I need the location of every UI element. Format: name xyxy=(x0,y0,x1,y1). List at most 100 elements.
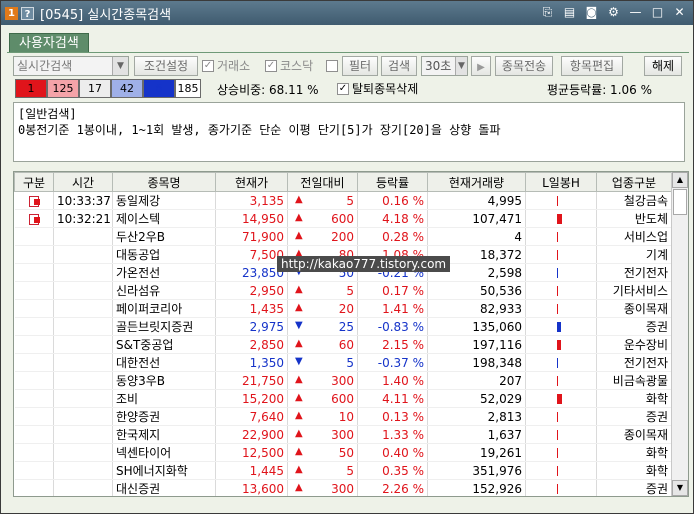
kosdaq-check-icon[interactable]: ✓ xyxy=(265,60,277,72)
column-header[interactable]: 시간 xyxy=(53,172,113,192)
time-cell xyxy=(53,281,113,300)
minimize-icon[interactable]: — xyxy=(628,5,643,20)
table-row[interactable]: 두산2우B 71,900 ▲ 200 0.28 % 4 서비스업 xyxy=(14,227,672,246)
kosdaq-checkbox[interactable]: ✓ 코스닥 xyxy=(265,56,313,76)
interval-select[interactable]: 30초 ▼ xyxy=(421,56,468,76)
play-icon: ▶ xyxy=(477,62,485,73)
camera-icon[interactable]: ◙ xyxy=(584,5,599,20)
volume-cell: 82,933 xyxy=(427,299,526,318)
column-header[interactable]: 등락률 xyxy=(357,172,428,192)
column-header[interactable]: 구분 xyxy=(14,172,54,192)
column-header[interactable]: 전일대비 xyxy=(287,172,358,192)
diff-cell: ▲ 200 xyxy=(287,227,358,246)
scroll-up-icon[interactable]: ▲ xyxy=(672,172,688,188)
volume-cell: 4,995 xyxy=(427,191,526,210)
help-icon[interactable]: ? xyxy=(21,6,34,20)
diff-value: 600 xyxy=(331,391,354,406)
diff-cell: ▼ 25 xyxy=(287,317,358,336)
type-cell xyxy=(14,461,54,480)
triangle-up-icon: ▲ xyxy=(295,229,303,241)
memo-icon[interactable]: ▤ xyxy=(562,5,577,20)
edit-items-button[interactable]: 항목편집 xyxy=(561,56,623,76)
table-row[interactable]: S&T중공업 2,850 ▲ 60 2.15 % 197,116 운수장비 xyxy=(14,335,672,354)
sector-cell: 비금속광물 xyxy=(596,371,672,390)
condition-settings-button[interactable]: 조건설정 xyxy=(134,56,198,76)
delist-check-icon[interactable]: ✓ xyxy=(337,83,349,95)
sector-cell: 종이목재 xyxy=(596,425,672,444)
table-row[interactable]: 10:32:21 제이스텍 14,950 ▲ 600 4.18 % 107,471 반도체 xyxy=(14,209,672,228)
exchange-checkbox[interactable]: ✓ 거래소 xyxy=(202,56,250,76)
table-row[interactable]: 조비 15,200 ▲ 600 4.11 % 52,029 화학 xyxy=(14,389,672,408)
table-row[interactable]: SH에너지화학 1,445 ▲ 5 0.35 % 351,976 화학 xyxy=(14,461,672,480)
rate-cell: 2.15 % xyxy=(357,335,428,354)
name-cell: 신라섬유 xyxy=(112,281,216,300)
delist-checkbox[interactable]: ✓ 탈퇴종목삭제 xyxy=(337,79,418,99)
next-arrow-button[interactable]: ▶ xyxy=(471,56,491,76)
vertical-scrollbar[interactable]: ▲ ▼ xyxy=(671,172,688,496)
candle-bar xyxy=(557,466,558,476)
filter-checkbox[interactable] xyxy=(326,56,341,76)
type-cell xyxy=(14,371,54,390)
count-box: 185 xyxy=(175,79,201,98)
chart-cell xyxy=(525,335,597,354)
time-cell xyxy=(53,245,113,264)
sector-cell: 증권 xyxy=(596,317,672,336)
release-button[interactable]: 해제 xyxy=(644,56,682,76)
filter-check-box[interactable] xyxy=(326,60,338,72)
results-grid[interactable]: 구분 시간 종목명 현재가 전일대비 등락률 현재거래량 L일봉H 업종구분 10:33:37 동… xyxy=(13,171,689,497)
table-row[interactable]: 동양3우B 21,750 ▲ 300 1.40 % 207 비금속광물 xyxy=(14,371,672,390)
time-cell xyxy=(53,353,113,372)
time-cell xyxy=(53,335,113,354)
price-cell: 71,900 xyxy=(215,227,288,246)
count-box: 6 xyxy=(143,79,175,98)
search-button[interactable]: 검색 xyxy=(381,56,417,76)
tab-user-search[interactable]: 사용자검색 xyxy=(9,33,89,53)
volume-cell: 4 xyxy=(427,227,526,246)
table-row[interactable]: 한국제지 22,900 ▲ 300 1.33 % 1,637 종이목재 xyxy=(14,425,672,444)
price-cell: 13,600 xyxy=(215,479,288,496)
triangle-up-icon: ▲ xyxy=(295,193,303,205)
volume-cell: 19,261 xyxy=(427,443,526,462)
table-row[interactable]: 넥센타이어 12,500 ▲ 50 0.40 % 19,261 화학 xyxy=(14,443,672,462)
scroll-down-icon[interactable]: ▼ xyxy=(672,480,688,496)
exchange-check-icon[interactable]: ✓ xyxy=(202,60,214,72)
table-row[interactable]: 10:33:37 동일제강 3,135 ▲ 5 0.16 % 4,995 철강금속 xyxy=(14,191,672,210)
table-row[interactable]: 골든브릿지증권 2,975 ▼ 25 -0.83 % 135,060 증권 xyxy=(14,317,672,336)
chevron-down-icon[interactable]: ▼ xyxy=(455,57,467,75)
rate-cell: 1.33 % xyxy=(357,425,428,444)
column-header[interactable]: L일봉H xyxy=(525,172,597,192)
volume-cell: 2,813 xyxy=(427,407,526,426)
gear-icon[interactable]: ⚙ xyxy=(606,5,621,20)
maximize-icon[interactable]: □ xyxy=(650,5,665,20)
triangle-up-icon: ▲ xyxy=(295,211,303,223)
table-row[interactable]: 신라섬유 2,950 ▲ 5 0.17 % 50,536 기타서비스 xyxy=(14,281,672,300)
triangle-up-icon: ▲ xyxy=(295,301,303,313)
table-row[interactable]: 대신증권 13,600 ▲ 300 2.26 % 152,926 증권 xyxy=(14,479,672,496)
column-header[interactable]: 종목명 xyxy=(112,172,216,192)
type-cell xyxy=(14,443,54,462)
column-header[interactable]: 업종구분 xyxy=(596,172,672,192)
send-stock-button[interactable]: 종목전송 xyxy=(495,56,553,76)
table-row[interactable]: 페이퍼코리아 1,435 ▲ 20 1.41 % 82,933 종이목재 xyxy=(14,299,672,318)
table-row[interactable]: 대한전선 1,350 ▼ 5 -0.37 % 198,348 전기전자 xyxy=(14,353,672,372)
column-header[interactable]: 현재가 xyxy=(215,172,288,192)
condition-description: [일반검색] 0봉전기준 1봉이내, 1~1회 발생, 종가기준 단순 이평 단… xyxy=(13,102,685,162)
name-cell: 한국제지 xyxy=(112,425,216,444)
search-type-select[interactable]: 실시간검색 ▼ xyxy=(13,56,129,76)
window-number-badge[interactable]: 1 xyxy=(5,6,18,20)
table-row[interactable]: 한양증권 7,640 ▲ 10 0.13 % 2,813 증권 xyxy=(14,407,672,426)
close-icon[interactable]: ✕ xyxy=(672,5,687,20)
scroll-thumb[interactable] xyxy=(673,189,687,215)
volume-cell: 1,637 xyxy=(427,425,526,444)
filter-button[interactable]: 필터 xyxy=(342,56,378,76)
chevron-down-icon[interactable]: ▼ xyxy=(112,57,128,75)
link-icon[interactable]: ⎘ xyxy=(540,5,555,20)
name-cell: 대동공업 xyxy=(112,245,216,264)
type-cell xyxy=(14,479,54,496)
price-cell: 1,350 xyxy=(215,353,288,372)
column-header[interactable]: 현재거래량 xyxy=(427,172,526,192)
time-cell xyxy=(53,407,113,426)
delist-label: 탈퇴종목삭제 xyxy=(352,82,419,96)
chart-cell xyxy=(525,191,597,210)
sector-cell: 기타서비스 xyxy=(596,281,672,300)
